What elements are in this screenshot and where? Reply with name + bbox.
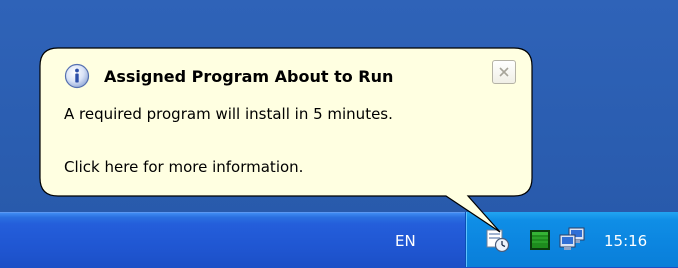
- network-icon[interactable]: [558, 227, 586, 253]
- info-icon: [64, 63, 90, 89]
- balloon-title: Assigned Program About to Run: [104, 66, 394, 86]
- balloon-header: Assigned Program About to Run: [64, 63, 393, 89]
- more-info-link[interactable]: Click here for more information.: [64, 158, 303, 176]
- green-status-icon[interactable]: [529, 229, 551, 251]
- balloon-message: A required program will install in 5 min…: [64, 105, 393, 123]
- install-schedule-icon[interactable]: [486, 228, 510, 253]
- system-clock[interactable]: 15:16: [604, 232, 647, 250]
- notification-balloon[interactable]: Assigned Program About to Run A required…: [40, 48, 532, 196]
- close-icon: [499, 67, 509, 77]
- close-button[interactable]: [492, 60, 516, 84]
- language-indicator[interactable]: EN: [395, 232, 416, 250]
